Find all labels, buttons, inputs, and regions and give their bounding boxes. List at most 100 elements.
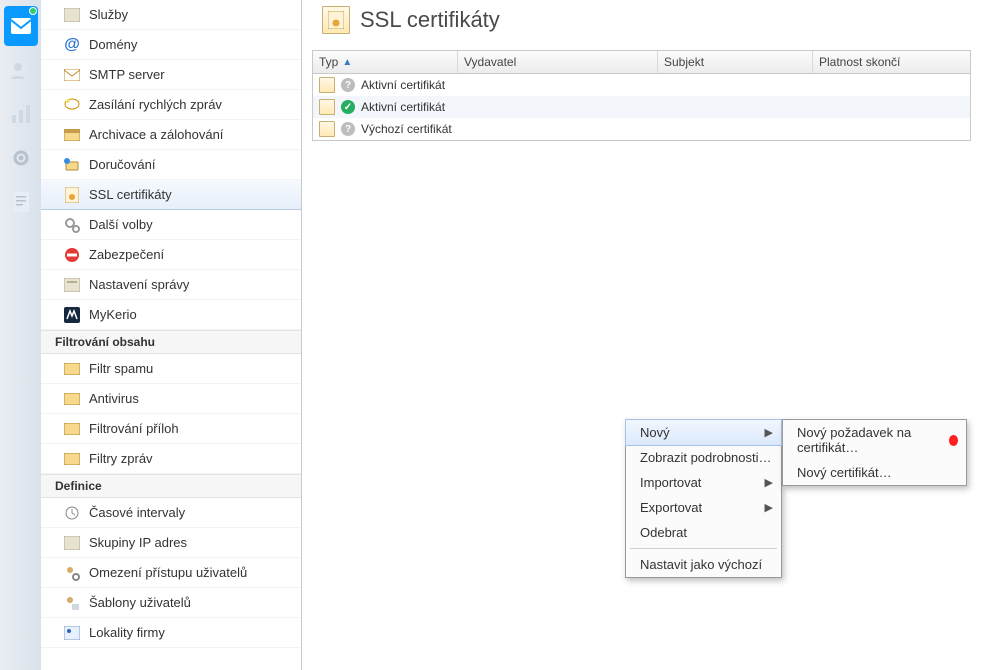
gear-icon (11, 148, 31, 168)
cert-table: Typ ▲ Vydavatel Subjekt Platnost skončí … (312, 50, 971, 141)
cert-icon (319, 121, 335, 137)
nav-rail (0, 0, 41, 670)
sidebar-item-smtp[interactable]: SMTP server (41, 60, 301, 90)
sidebar-item-label: Antivirus (89, 391, 139, 406)
delivery-icon (63, 156, 81, 174)
cert-type-label: Aktivní certifikát (361, 100, 445, 114)
context-menu: Nový ▶ Zobrazit podrobnosti… Importovat … (625, 419, 782, 578)
sidebar-item-label: Doručování (89, 157, 155, 172)
sidebar-item-domains[interactable]: @ Domény (41, 30, 301, 60)
sidebar-item-label: Archivace a zálohování (89, 127, 223, 142)
users-icon (10, 61, 32, 79)
sidebar-item-im[interactable]: Zasílání rychlých zpráv (41, 90, 301, 120)
col-expires[interactable]: Platnost skončí (813, 51, 970, 73)
folder-icon (63, 450, 81, 468)
sidebar-item-access[interactable]: Omezení přístupu uživatelů (41, 558, 301, 588)
sidebar-item-security[interactable]: Zabezpečení (41, 240, 301, 270)
sidebar-item-ipgroups[interactable]: Skupiny IP adres (41, 528, 301, 558)
sidebar-item-attachment-filter[interactable]: Filtrování příloh (41, 414, 301, 444)
status-unknown-icon: ? (341, 78, 355, 92)
marker-dot-icon (949, 435, 958, 446)
sidebar-item-label: Časové intervaly (89, 505, 185, 520)
sidebar-item-label: SMTP server (89, 67, 165, 82)
sidebar-item-message-filter[interactable]: Filtry zpráv (41, 444, 301, 474)
sidebar-header-def: Definice (41, 474, 301, 498)
separator (630, 548, 777, 549)
sidebar-item-label: Filtr spamu (89, 361, 153, 376)
col-type[interactable]: Typ ▲ (313, 51, 458, 73)
cert-type-label: Aktivní certifikát (361, 78, 445, 92)
im-icon (63, 96, 81, 114)
sidebar-item-antivirus[interactable]: Antivirus (41, 384, 301, 414)
archive-icon (63, 126, 81, 144)
status-unknown-icon: ? (341, 122, 355, 136)
chevron-right-icon: ▶ (765, 501, 773, 514)
sidebar-item-services[interactable]: Služby (41, 0, 301, 30)
map-icon (63, 624, 81, 642)
at-icon: @ (63, 36, 81, 54)
cert-icon (319, 99, 335, 115)
usergear-icon (63, 564, 81, 582)
cert-type-label: Výchozí certifikát (361, 122, 452, 136)
context-submenu: Nový požadavek na certifikát… Nový certi… (782, 419, 967, 486)
sidebar-item-label: Skupiny IP adres (89, 535, 187, 550)
sidebar-item-locations[interactable]: Lokality firmy (41, 618, 301, 648)
sidebar-item-delivery[interactable]: Doručování (41, 150, 301, 180)
ctx-export[interactable]: Exportovat ▶ (626, 495, 781, 520)
page-title: SSL certifikáty (360, 7, 500, 33)
no-entry-icon (63, 246, 81, 264)
sidebar-item-label: Domény (89, 37, 137, 52)
sidebar-item-ssl[interactable]: SSL certifikáty (41, 180, 301, 210)
sidebar-item-label: MyKerio (89, 307, 137, 322)
sidebar-item-time[interactable]: Časové intervaly (41, 498, 301, 528)
sidebar-item-label: Lokality firmy (89, 625, 165, 640)
sort-asc-icon: ▲ (342, 57, 352, 68)
cert-page-icon (322, 6, 350, 34)
ctx-remove[interactable]: Odebrat (626, 520, 781, 545)
sidebar-item-archive[interactable]: Archivace a zálohování (41, 120, 301, 150)
table-row[interactable]: ? Výchozí certifikát (313, 118, 970, 140)
sidebar-item-label: Filtrování příloh (89, 421, 179, 436)
table-row[interactable]: ✓ Aktivní certifikát (313, 96, 970, 118)
cert-icon (63, 186, 81, 204)
table-row[interactable]: ? Aktivní certifikát (313, 74, 970, 96)
rail-mail[interactable] (4, 6, 38, 46)
rail-stats[interactable] (4, 94, 38, 134)
rail-users[interactable] (4, 50, 38, 90)
gears-icon (63, 216, 81, 234)
sidebar-item-mykerio[interactable]: MyKerio (41, 300, 301, 330)
rail-doc[interactable] (4, 182, 38, 222)
rail-settings[interactable] (4, 138, 38, 178)
sidebar-item-label: Filtry zpráv (89, 451, 153, 466)
sidebar-item-admin[interactable]: Nastavení správy (41, 270, 301, 300)
sidebar-item-label: Další volby (89, 217, 153, 232)
chevron-right-icon: ▶ (765, 426, 773, 439)
mykerio-icon (63, 306, 81, 324)
col-issuer[interactable]: Vydavatel (458, 51, 658, 73)
template-icon (63, 594, 81, 612)
ctx-import[interactable]: Importovat ▶ (626, 470, 781, 495)
sub-new-request[interactable]: Nový požadavek na certifikát… (783, 420, 966, 460)
sidebar-item-advanced[interactable]: Další volby (41, 210, 301, 240)
doc-icon (13, 192, 29, 212)
sidebar: Služby @ Domény SMTP server Zasílání ryc… (41, 0, 302, 670)
sidebar-item-spam[interactable]: Filtr spamu (41, 354, 301, 384)
book-icon (63, 534, 81, 552)
sub-new-cert[interactable]: Nový certifikát… (783, 460, 966, 485)
chevron-right-icon: ▶ (765, 476, 773, 489)
col-subject[interactable]: Subjekt (658, 51, 813, 73)
table-header: Typ ▲ Vydavatel Subjekt Platnost skončí (313, 51, 970, 74)
admin-icon (63, 276, 81, 294)
sidebar-header-filter: Filtrování obsahu (41, 330, 301, 354)
sidebar-item-label: Služby (89, 7, 128, 22)
page-title-row: SSL certifikáty (302, 0, 981, 50)
folder-icon (63, 390, 81, 408)
sidebar-item-label: Zabezpečení (89, 247, 164, 262)
cert-icon (319, 77, 335, 93)
sidebar-item-templates[interactable]: Šablony uživatelů (41, 588, 301, 618)
status-dot-icon (29, 7, 37, 15)
ctx-details[interactable]: Zobrazit podrobnosti… (626, 445, 781, 470)
stats-icon (12, 105, 30, 123)
ctx-set-default[interactable]: Nastavit jako výchozí (626, 552, 781, 577)
ctx-new[interactable]: Nový ▶ (625, 419, 782, 446)
